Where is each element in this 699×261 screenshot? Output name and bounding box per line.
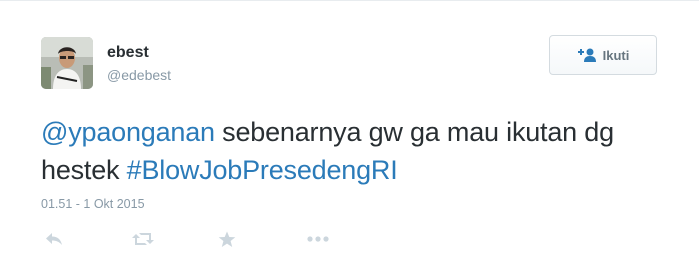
- star-icon: [218, 231, 236, 248]
- reply-icon: [45, 231, 63, 247]
- add-user-icon: [577, 48, 597, 62]
- timestamp-link[interactable]: 01.51 - 1 Okt 2015: [41, 197, 145, 211]
- more-button[interactable]: [307, 229, 329, 249]
- display-name[interactable]: ebest: [107, 44, 149, 62]
- tweet-text: @ypaonganan sebenarnya gw ga mau ikutan …: [41, 113, 661, 189]
- screen-name[interactable]: @edebest: [107, 67, 171, 83]
- reply-button[interactable]: [45, 229, 63, 249]
- avatar[interactable]: [41, 37, 93, 89]
- mention-link[interactable]: @ypaonganan: [41, 117, 215, 147]
- favorite-button[interactable]: [218, 229, 236, 249]
- more-icon: [307, 236, 329, 242]
- hashtag-link[interactable]: #BlowJobPresedengRI: [127, 155, 398, 185]
- retweet-button[interactable]: [131, 229, 155, 249]
- tweet-card: ebest @edebest Ikuti @ypaonganan sebenar…: [0, 0, 699, 261]
- retweet-icon: [131, 231, 155, 247]
- follow-button-label: Ikuti: [602, 47, 630, 63]
- follow-button[interactable]: Ikuti: [549, 35, 657, 75]
